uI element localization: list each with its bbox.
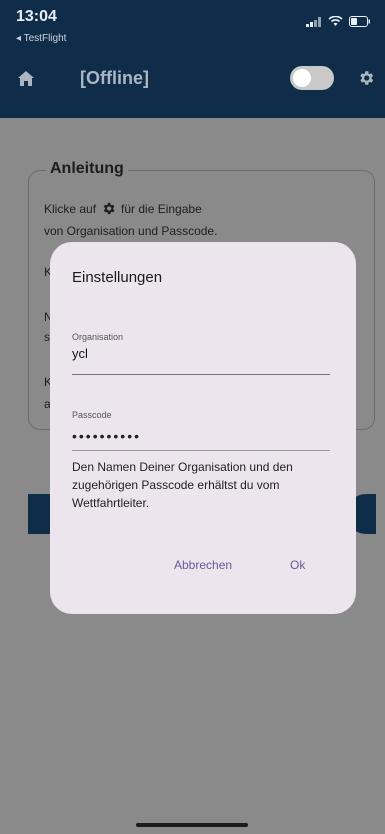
cancel-button[interactable]: Abbrechen bbox=[174, 558, 232, 572]
help-text: Den Namen Deiner Organisation und den zu… bbox=[72, 460, 293, 510]
gear-icon bbox=[360, 71, 374, 85]
status-bar: 13:04 ◂ TestFlight bbox=[0, 0, 385, 50]
passcode-input[interactable]: •••••••••• bbox=[72, 428, 141, 444]
passcode-label: Passcode bbox=[72, 410, 112, 420]
system-icons bbox=[306, 16, 371, 27]
online-toggle[interactable] bbox=[290, 66, 334, 90]
dialog-title: Einstellungen bbox=[72, 269, 163, 286]
back-to-testflight-link[interactable]: ◂ TestFlight bbox=[16, 33, 66, 44]
home-indicator[interactable] bbox=[136, 823, 248, 827]
page-title: [Offline] bbox=[80, 68, 149, 88]
ok-button[interactable]: Ok bbox=[290, 558, 305, 572]
toggle-knob bbox=[293, 69, 311, 87]
settings-button[interactable] bbox=[354, 66, 378, 90]
home-button[interactable] bbox=[14, 66, 38, 90]
organisation-label: Organisation bbox=[72, 332, 124, 342]
instructions-line-1-prefix: Klicke auf bbox=[44, 201, 97, 216]
signal-icon bbox=[306, 16, 321, 27]
wifi-icon bbox=[328, 16, 343, 26]
instructions-line-1: Klicke auf für die Eingabe bbox=[44, 201, 202, 216]
gear-icon bbox=[103, 202, 115, 215]
app-bar: [Offline] bbox=[0, 58, 385, 98]
instructions-title: Anleitung bbox=[46, 160, 128, 178]
instructions-line-2: von Organisation und Passcode. bbox=[44, 224, 218, 238]
organisation-underline bbox=[72, 374, 330, 375]
passcode-underline bbox=[72, 450, 330, 451]
status-time: 13:04 bbox=[16, 8, 57, 25]
battery-icon bbox=[349, 16, 370, 27]
home-icon bbox=[18, 70, 34, 86]
organisation-input[interactable]: ycl bbox=[72, 346, 88, 361]
instructions-line-1-suffix: für die Eingabe bbox=[121, 201, 202, 216]
settings-dialog: Einstellungen Organisation ycl Passcode … bbox=[50, 242, 356, 614]
